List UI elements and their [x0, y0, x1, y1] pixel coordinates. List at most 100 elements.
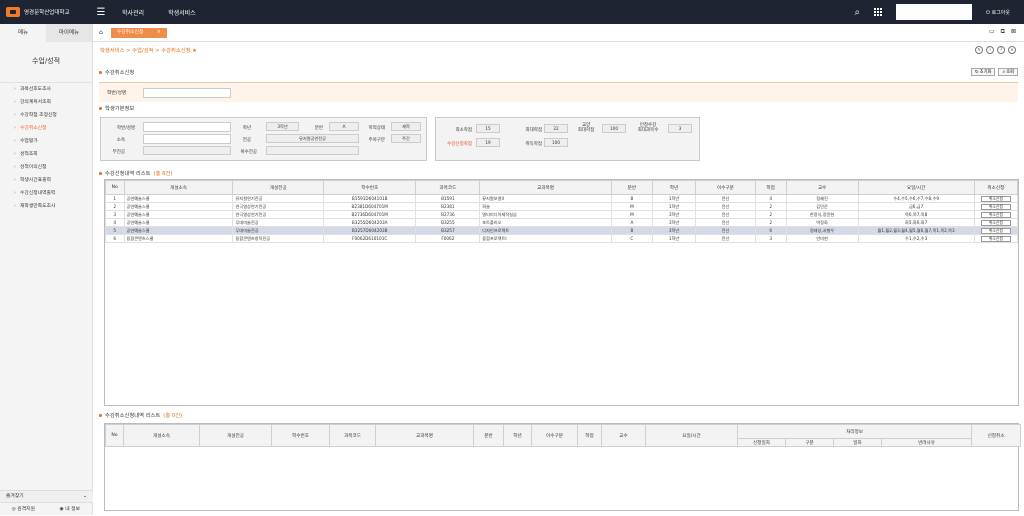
column-header[interactable]: 교수 — [785, 180, 859, 195]
table-cell: 1학년 — [651, 234, 697, 243]
table-cell: 안미현 — [785, 234, 859, 243]
column-header[interactable]: 신청취소 — [971, 424, 1022, 447]
label-minor: 부전공 — [112, 150, 125, 155]
table-row[interactable]: 3 공연예술스쿨 연극영상연기전공 B2736D604701M B2736 멀티미디어제작… — [105, 210, 1019, 219]
label-class: 분반 — [314, 126, 323, 131]
student-id-search-input[interactable] — [143, 87, 231, 98]
table-cell: 3학년 — [651, 210, 697, 219]
sidebar-item[interactable]: 과목선호도조사 — [0, 83, 92, 96]
student-info-box: 학번/성명 학년 3학년 분반 A 학적상태 재학 소속 전공 뮤지컬공연전공 … — [100, 117, 427, 161]
logout-button[interactable]: ⏻ 로그아웃 — [986, 9, 1010, 16]
table-row[interactable]: 4 공연예술스쿨 무대미술전공 B3255D604203A B3255 포트폴리오 A 3학년… — [105, 218, 1019, 227]
top-menu-academic[interactable]: 학사관리 — [122, 8, 144, 17]
sidebar-item[interactable]: 수업평가 — [0, 135, 92, 148]
table-cell: 3 — [105, 210, 125, 219]
table-row[interactable]: 5 공연예술스쿨 무대미술전공 B3257D604203B B3257 디자인프로젝트 B 3… — [105, 226, 1019, 235]
column-header[interactable]: 학수번호 — [271, 424, 330, 447]
sidebar-tab-my-menu[interactable]: 마이메뉴 — [46, 24, 92, 42]
cancel-request-button[interactable]: 취소신청 — [980, 195, 1011, 202]
table-cell: B2381 — [415, 202, 481, 211]
column-header[interactable]: 학수번호 — [322, 180, 417, 195]
student-id-label: 학번/성명 — [107, 91, 127, 96]
top-menu-student-service[interactable]: 학생서비스 — [168, 8, 196, 17]
column-header[interactable]: 교과목명 — [479, 180, 612, 195]
sub-column-header[interactable]: 반려사유 — [880, 438, 973, 447]
cancel-request-button[interactable]: 취소신청 — [980, 211, 1011, 218]
sidebar-item[interactable]: 수강취소신청 — [0, 122, 92, 135]
table-cell: 융합프로젝트I — [479, 234, 612, 243]
column-header[interactable]: 학년 — [503, 424, 532, 447]
apps-grid-icon[interactable] — [874, 8, 883, 16]
favorites-toggle[interactable]: 즐겨찾기 ⌄ — [0, 490, 93, 502]
search-icon[interactable]: ⌕ — [854, 7, 860, 18]
restore-icon[interactable]: ⧉ — [1001, 28, 1005, 36]
top-search-input[interactable] — [896, 4, 973, 20]
table-cell: 뮤지컬연기전공 — [232, 194, 324, 203]
my-info-button[interactable]: ◉ 내 정보 — [47, 503, 94, 515]
table-row[interactable]: 1 공연예술스쿨 뮤지컬연기전공 B1591D604101B B1591 뮤지컬보컬II B… — [105, 194, 1019, 203]
column-header[interactable]: 개설전공 — [199, 424, 272, 447]
table-row[interactable]: 6 융합콘텐츠스쿨 융합콘텐츠창작전공 F0062D610101C F0062 융합프로젝… — [105, 234, 1019, 243]
table-cell: 전선 — [695, 210, 756, 219]
column-header[interactable]: 이수구분 — [531, 424, 578, 447]
table-cell: 전선 — [695, 218, 756, 227]
remote-support-button[interactable]: ◎ 원격지원 — [0, 503, 47, 515]
search-button[interactable]: ⌕ 조회 — [998, 68, 1018, 76]
info-icon[interactable]: i — [986, 46, 994, 54]
sidebar-item[interactable]: 학생시간표출력 — [0, 174, 92, 187]
table-cell: 융합콘텐츠스쿨 — [123, 234, 234, 243]
table-cell: A — [610, 218, 653, 227]
edit-icon[interactable]: ✎ — [975, 46, 983, 54]
applied-credits-value: 19 — [476, 138, 500, 147]
column-header[interactable]: 개설전공 — [232, 180, 324, 195]
column-header[interactable]: 개설소속 — [123, 180, 234, 195]
table-row[interactable]: 2 공연예술스쿨 연극영상연기전공 B2381D604701M B2381 화술 M 1학년 전… — [105, 202, 1019, 211]
column-header[interactable]: 교과목명 — [375, 424, 474, 447]
home-icon[interactable]: ⌂ — [99, 29, 103, 36]
sidebar-item[interactable]: 성적조회 — [0, 148, 92, 161]
sidebar-item[interactable]: 강의계획서조회 — [0, 96, 92, 109]
cancel-request-button[interactable]: 취소신청 — [980, 227, 1011, 234]
table-cell: C — [610, 234, 653, 243]
sidebar-item[interactable]: 수강신청내역출력 — [0, 187, 92, 200]
cancel-request-button[interactable]: 취소신청 — [980, 203, 1011, 210]
sidebar-item[interactable]: 성적이의신청 — [0, 161, 92, 174]
window-icon[interactable]: ▭ — [989, 28, 995, 36]
reset-button[interactable]: ↻ 초기화 — [970, 68, 996, 76]
column-header[interactable]: 과목코드 — [415, 180, 481, 195]
column-header[interactable]: 개설소속 — [123, 424, 200, 447]
column-header[interactable]: 요일/시간 — [645, 424, 738, 447]
column-header[interactable]: 분반 — [473, 424, 504, 447]
cancel-request-button[interactable]: 취소신청 — [980, 219, 1011, 226]
close-icon[interactable]: × — [157, 28, 161, 38]
help-icon[interactable]: ? — [997, 46, 1005, 54]
course-list-grid: No 개설소속 개설전공 학수번호 과목코드 교과목명 분반 학년 이수구분 학점 교수 요일/시간 취… — [104, 179, 1019, 406]
sidebar-item[interactable]: 수강학점 조정신청 — [0, 109, 92, 122]
logo[interactable]: 영경문학산업대학교 — [6, 7, 94, 17]
close-icon[interactable]: × — [1008, 46, 1016, 54]
cancel-request-button[interactable]: 취소신청 — [980, 235, 1011, 242]
column-header[interactable]: 교수 — [601, 424, 646, 447]
column-header[interactable]: 이수구분 — [695, 180, 756, 195]
column-header[interactable]: No — [105, 180, 125, 195]
column-header[interactable]: 과목코드 — [329, 424, 376, 447]
column-header[interactable]: 분반 — [610, 180, 653, 195]
sidebar-item[interactable]: 재학생만족도조사 — [0, 200, 92, 213]
sub-column-header[interactable]: 일자 — [833, 438, 882, 447]
sidebar-tab-menu[interactable]: 메뉴 — [0, 24, 46, 42]
column-header[interactable]: 요일/시간 — [857, 180, 975, 195]
sub-column-header[interactable]: 구분 — [785, 438, 834, 447]
column-header[interactable]: 학점 — [577, 424, 602, 447]
column-header[interactable]: 학년 — [651, 180, 697, 195]
student-id-field[interactable] — [143, 122, 231, 132]
hamburger-menu-icon[interactable]: ☰ — [94, 7, 108, 18]
column-header[interactable]: 취소신청 — [973, 180, 1019, 195]
table-cell: 전선 — [695, 202, 756, 211]
column-header[interactable]: 학점 — [754, 180, 787, 195]
sub-column-header[interactable]: 신청일자 — [737, 438, 786, 447]
tab-course-cancel[interactable]: 수강취소신청 × — [110, 27, 167, 38]
column-header[interactable]: No — [105, 424, 124, 447]
close-all-icon[interactable]: ⊠ — [1011, 28, 1016, 36]
max-credits-value: 22 — [544, 124, 568, 133]
table-cell: B3255 — [415, 218, 481, 227]
